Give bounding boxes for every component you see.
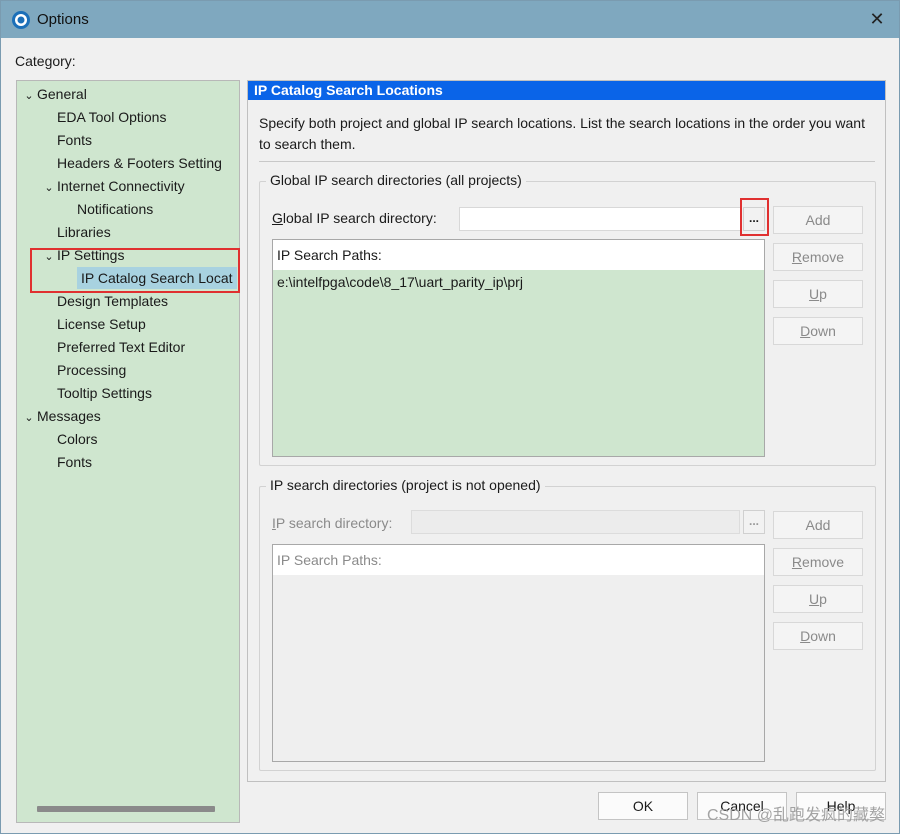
project-paths-body [273,575,764,761]
tree-item-label: Processing [57,362,127,378]
project-dir-input[interactable] [411,510,740,534]
global-paths-header: IP Search Paths: [273,240,764,270]
tree-item-label: Colors [57,431,98,447]
tree-item-label: Tooltip Settings [57,385,152,401]
global-dir-label: Global IP search directory: [272,210,437,226]
tree-item-label: License Setup [57,316,146,332]
global-dir-input[interactable] [459,207,741,231]
project-paths-list[interactable]: IP Search Paths: [272,544,765,762]
tree-item[interactable]: Preferred Text Editor [41,336,185,358]
global-paths-list[interactable]: IP Search Paths: e:\intelfpga\code\8_17\… [272,239,765,457]
tree-item-label: Fonts [57,454,93,470]
global-up-button[interactable]: Up [773,280,863,308]
project-add-button[interactable]: Add [773,511,863,539]
tree-item[interactable]: License Setup [41,313,146,335]
panel-header: IP Catalog Search Locations [248,81,885,100]
tree-item[interactable]: ⌄ Internet Connectivity [41,175,185,199]
chevron-down-icon[interactable]: ⌄ [41,177,57,199]
tree-item[interactable]: ⌄ Messages [21,405,101,429]
project-dir-label: IP search directory: [272,515,393,531]
divider [259,161,875,162]
options-dialog: Options ✕ Category: ⌄ General EDA Tool Opt… [0,0,900,834]
tree-item-label: Notifications [77,201,154,217]
tree-item-label: Preferred Text Editor [57,339,186,355]
tree-item[interactable]: Fonts [41,451,92,473]
tree-item[interactable]: Libraries [41,221,111,243]
project-browse-button[interactable]: ... [743,510,765,534]
tree-item[interactable]: Processing [41,359,126,381]
panel-description: Specify both project and global IP searc… [259,115,865,152]
project-ip-group-title: IP search directories (project is not op… [266,477,545,493]
project-up-button[interactable]: Up [773,585,863,613]
close-icon[interactable]: ✕ [867,9,887,29]
tree-item-label: General [37,86,87,102]
category-label: Category: [15,53,76,69]
tree-item[interactable]: Colors [41,428,97,450]
list-item[interactable]: e:\intelfpga\code\8_17\uart_parity_ip\pr… [277,274,523,290]
tree-item-label: Headers & Footers Setting [57,155,222,171]
ok-button[interactable]: OK [598,792,688,820]
global-paths-body: e:\intelfpga\code\8_17\uart_parity_ip\pr… [273,270,764,456]
settings-panel: IP Catalog Search Locations Specify both… [247,80,886,782]
tree-item[interactable]: Fonts [41,129,92,151]
tree-horizontal-scrollbar[interactable] [37,806,215,812]
tree-item-label: Libraries [57,224,111,240]
tree-item[interactable]: Notifications [61,198,153,220]
tree-item-label: Internet Connectivity [57,178,185,194]
project-down-button[interactable]: Down [773,622,863,650]
global-ip-group-title: Global IP search directories (all projec… [266,172,526,188]
tree-item[interactable]: EDA Tool Options [41,106,166,128]
app-icon [12,10,30,29]
window-title: Options [37,11,89,28]
project-remove-button[interactable]: Remove [773,548,863,576]
annotation-box-browse [740,198,769,236]
project-ip-group: IP search directories (project is not op… [259,477,876,771]
global-remove-button[interactable]: Remove [773,243,863,271]
watermark: CSDN @乱跑发疯的藏獒 [706,807,885,824]
tree-item[interactable]: Tooltip Settings [41,382,152,404]
tree-item[interactable]: Headers & Footers Setting [41,152,222,174]
title-bar: Options ✕ [1,1,899,38]
global-ip-group: Global IP search directories (all projec… [259,172,876,466]
tree-item[interactable]: Design Templates [41,290,168,312]
tree-item-label: EDA Tool Options [57,109,167,125]
annotation-box-ip-settings [30,248,240,293]
tree-item-label: Messages [37,408,101,424]
tree-item-label: Design Templates [57,293,169,309]
tree-item[interactable]: ⌄ General [21,83,87,107]
tree-item-label: Fonts [57,132,93,148]
global-add-button[interactable]: Add [773,206,863,234]
global-down-button[interactable]: Down [773,317,863,345]
chevron-down-icon[interactable]: ⌄ [21,85,37,107]
category-tree: ⌄ General EDA Tool Options Fonts Headers & F… [16,80,240,823]
chevron-down-icon[interactable]: ⌄ [21,407,37,429]
project-paths-header: IP Search Paths: [273,545,764,575]
